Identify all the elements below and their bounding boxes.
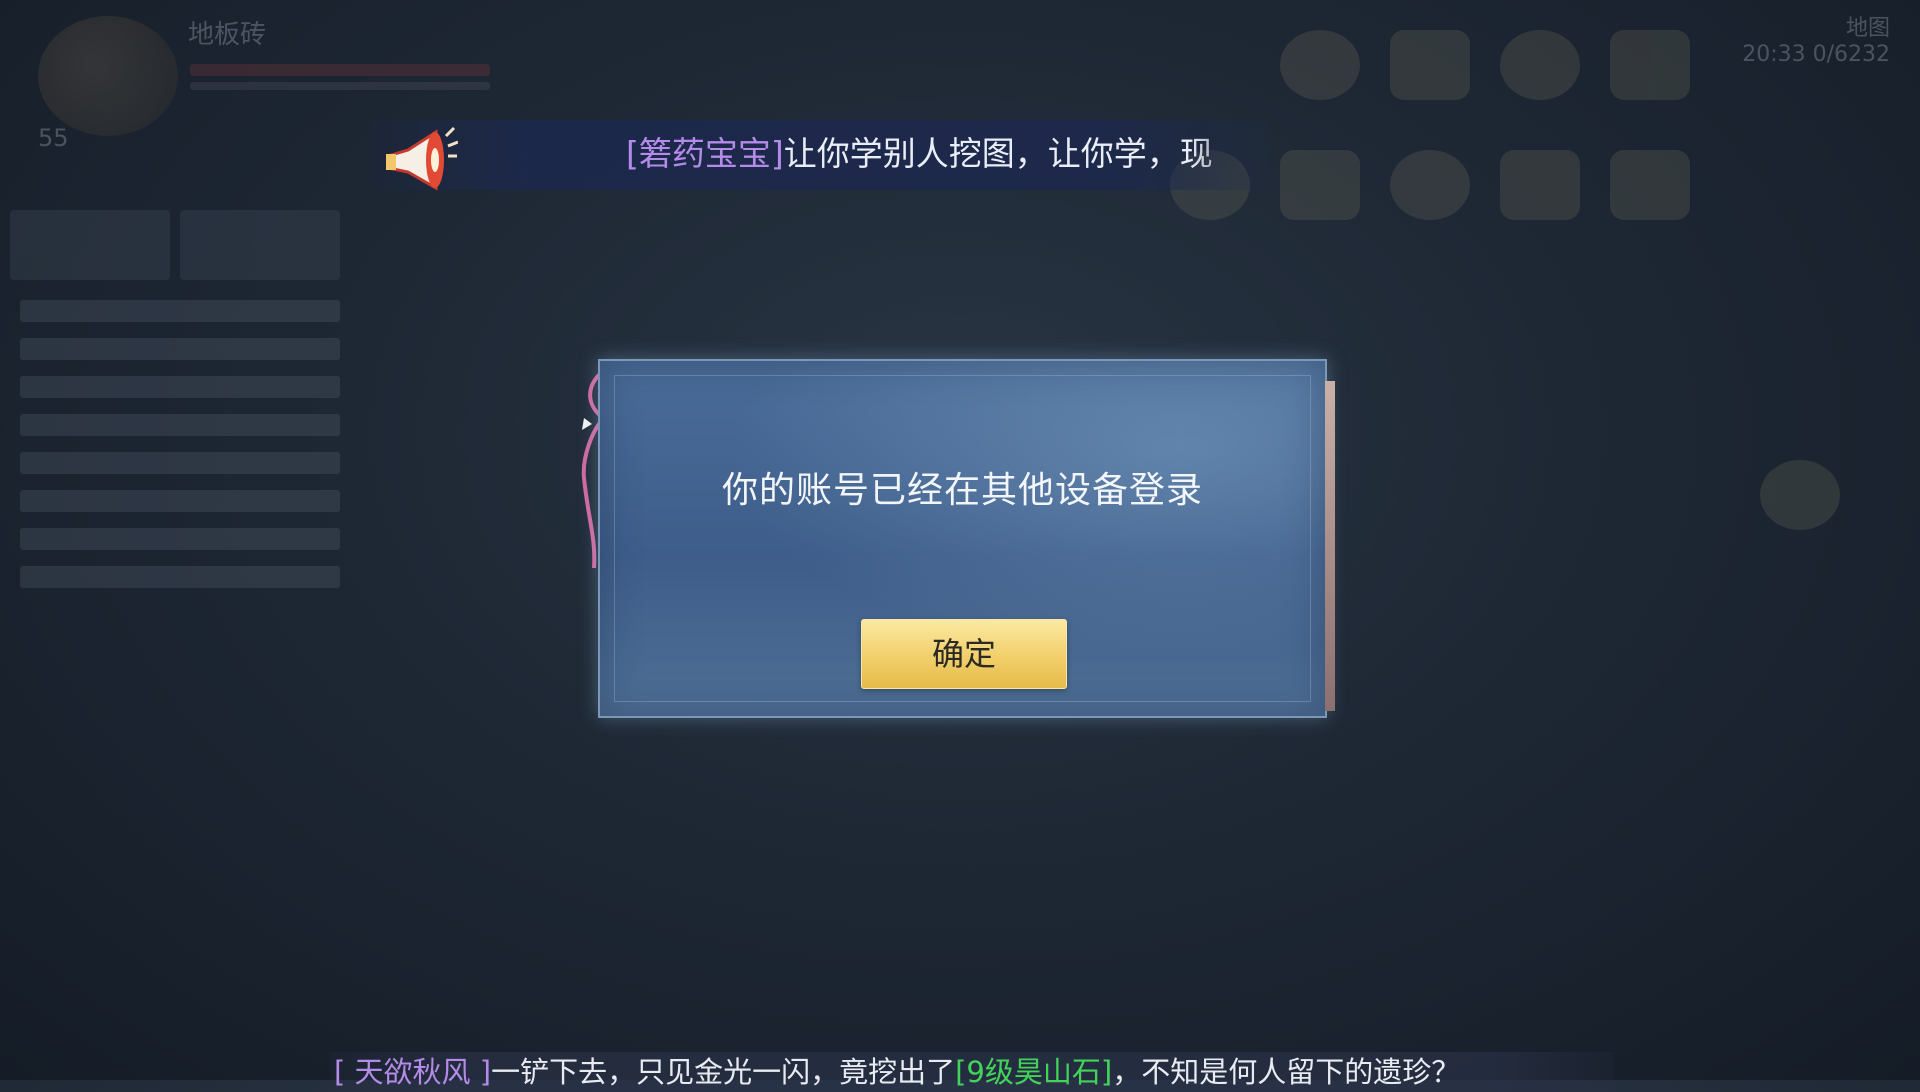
- map-label: 地图: [1845, 16, 1890, 41]
- quest-panel: [10, 210, 350, 680]
- system-message-text: 一铲下去，只见金光一闪，竟挖出了: [491, 1055, 956, 1089]
- system-message-item[interactable]: [9级昊山石]: [955, 1055, 1112, 1089]
- newbie-icon: [1280, 150, 1360, 220]
- gold-icon: [1390, 150, 1470, 220]
- quest-line: [20, 300, 340, 322]
- system-message-player[interactable]: [ 天欲秋风 ]: [334, 1055, 491, 1089]
- tab-team: [180, 210, 340, 280]
- quest-line: [20, 528, 340, 550]
- quest-line: [20, 414, 340, 436]
- quest-line: [20, 490, 340, 512]
- dialog-message: 你的账号已经在其他设备登录: [721, 470, 1203, 511]
- mp-bar: [190, 82, 490, 90]
- attack-icon: [1760, 460, 1840, 530]
- tab-quest: [10, 210, 170, 280]
- broadcast-sender[interactable]: [箬药宝宝]: [626, 134, 784, 173]
- login-conflict-dialog: 你的账号已经在其他设备登录 确定: [598, 359, 1335, 718]
- anniversary-icon: [1500, 150, 1580, 220]
- shop-icon: [1610, 30, 1690, 100]
- dialog-page-edge: [1325, 381, 1335, 711]
- quest-line: [20, 566, 340, 588]
- player-status-panel: 55 地板砖: [18, 6, 490, 152]
- right-side-controls: [1760, 460, 1880, 600]
- quest-line: [20, 376, 340, 398]
- system-message: [ 天欲秋风 ]一铲下去，只见金光一闪，竟挖出了[9级昊山石]，不知是何人留下的…: [330, 1052, 1614, 1092]
- top-menu-icons: [1280, 30, 1690, 100]
- player-level: 55: [38, 124, 69, 152]
- market-icon: [1280, 30, 1360, 100]
- system-message-tail: ，不知是何人留下的遗珍？: [1112, 1055, 1461, 1089]
- broadcast-message: [箬药宝宝]让你学别人挖图，让你学，现: [626, 132, 1266, 176]
- quest-line: [20, 452, 340, 474]
- activity-icon: [1500, 30, 1580, 100]
- welfare-icon: [1390, 30, 1470, 100]
- map-time-panel: 地图 20:33 0/6232: [1690, 10, 1890, 80]
- confirm-button[interactable]: 确定: [861, 619, 1067, 689]
- claim-icon: [1610, 150, 1690, 220]
- broadcast-body: 让你学别人挖图，让你学，现: [783, 134, 1213, 173]
- player-avatar: [38, 16, 178, 136]
- time-readout: 20:33 0/6232: [1742, 42, 1890, 67]
- quest-line: [20, 338, 340, 360]
- player-name: 地板砖: [188, 20, 267, 50]
- megaphone-icon: [386, 126, 458, 191]
- hp-bar: [190, 64, 490, 76]
